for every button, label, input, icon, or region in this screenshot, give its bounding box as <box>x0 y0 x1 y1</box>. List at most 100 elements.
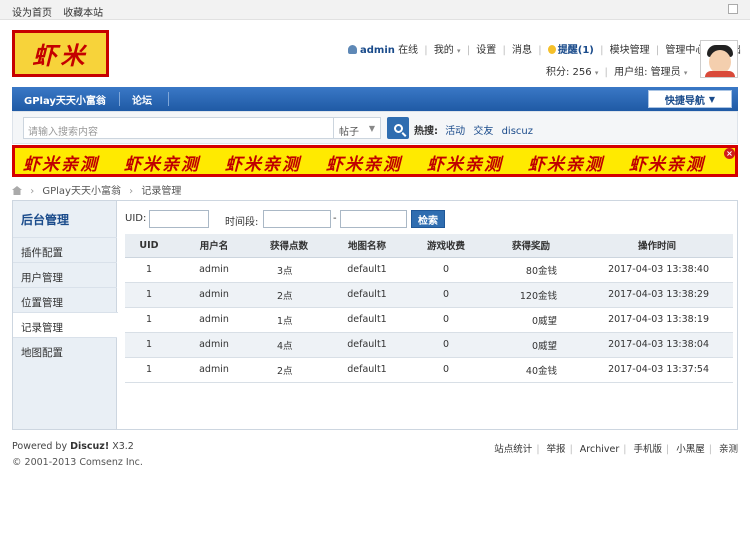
cell-username: admin <box>173 257 255 283</box>
table-row: 1 admin 3点 default1 0 80金钱 2017-04-03 13… <box>125 257 733 283</box>
sidebar-item-record-manage[interactable]: 记录管理 <box>13 312 118 337</box>
home-icon[interactable] <box>12 186 22 195</box>
uid-input[interactable] <box>149 210 209 228</box>
search-type-select[interactable]: 帖子 ▼ <box>333 117 381 139</box>
module-manage-link[interactable]: 模块管理 <box>610 45 650 56</box>
hot-search-label: 热搜: <box>414 126 438 137</box>
table-row: 1 admin 4点 default1 0 0威望 2017-04-03 13:… <box>125 332 733 358</box>
powered-by: Powered by Discuz! X3.2 <box>12 441 134 452</box>
time-range-label: 时间段: <box>225 217 259 228</box>
cell-uid: 1 <box>125 307 173 333</box>
breadcrumb-item-gplay[interactable]: GPlay天天小富翁 <box>42 186 121 197</box>
start-time-input[interactable] <box>263 210 331 228</box>
discuz-link[interactable]: Discuz! <box>70 441 109 452</box>
nav-item-forum[interactable]: 论坛 <box>132 92 152 107</box>
cell-reward: 80金钱 <box>481 257 581 283</box>
set-homepage-link[interactable]: 设为首页 <box>12 8 52 19</box>
table-row: 1 admin 2点 default1 0 40金钱 2017-04-03 13… <box>125 357 733 383</box>
cell-reward: 0威望 <box>481 307 581 333</box>
user-group-link[interactable]: 用户组: 管理员 <box>614 67 681 78</box>
footer-link-mobile[interactable]: 手机版 <box>633 444 662 455</box>
my-menu[interactable]: 我的 <box>434 45 454 56</box>
top-bar: 设为首页 收藏本站 <box>0 0 750 20</box>
hot-word-link[interactable]: discuz <box>502 126 533 137</box>
col-header-time[interactable]: 操作时间 <box>581 234 733 258</box>
col-header-points[interactable]: 获得点数 <box>255 234 323 258</box>
username-link[interactable]: admin <box>360 45 395 56</box>
cell-username: admin <box>173 357 255 383</box>
site-logo[interactable]: 虾米 <box>12 30 109 77</box>
messages-link[interactable]: 消息 <box>512 45 532 56</box>
bookmark-site-link[interactable]: 收藏本站 <box>63 8 103 19</box>
main-nav: GPlay天天小富翁 论坛 快捷导航 ▼ <box>12 87 738 111</box>
cell-points: 4点 <box>255 332 323 358</box>
col-header-reward[interactable]: 获得奖励 <box>481 234 581 258</box>
cell-map: default1 <box>323 357 411 383</box>
online-status[interactable]: 在线 <box>398 45 418 56</box>
cell-points: 1点 <box>255 307 323 333</box>
reminder-link[interactable]: 提醒(1) <box>558 45 594 56</box>
avatar[interactable] <box>700 40 738 78</box>
sidebar-item-plugin-config[interactable]: 插件配置 <box>13 237 117 262</box>
col-header-map[interactable]: 地图名称 <box>323 234 411 258</box>
window-corner-icon[interactable] <box>728 4 738 14</box>
sidebar-title: 后台管理 <box>21 213 70 227</box>
cell-points: 2点 <box>255 357 323 383</box>
footer-link-blackroom[interactable]: 小黑屋 <box>676 444 705 455</box>
search-button[interactable] <box>387 117 409 139</box>
search-submit-button[interactable]: 检索 <box>411 210 445 228</box>
hot-word-link[interactable]: 交友 <box>473 126 493 137</box>
col-header-username[interactable]: 用户名 <box>173 234 255 258</box>
cell-map: default1 <box>323 257 411 283</box>
sidebar-item-user-manage[interactable]: 用户管理 <box>13 262 117 287</box>
end-time-input[interactable] <box>340 210 407 228</box>
close-icon[interactable]: × <box>724 148 735 159</box>
chevron-down-icon: ▾ <box>683 69 688 77</box>
cell-username: admin <box>173 307 255 333</box>
cell-username: admin <box>173 282 255 308</box>
cell-uid: 1 <box>125 357 173 383</box>
chevron-down-icon: ▾ <box>457 47 461 55</box>
search-input[interactable]: 请输入搜索内容 <box>23 117 341 139</box>
logo-text: 虾米 <box>32 41 89 70</box>
top-links: 设为首页 收藏本站 <box>12 4 111 19</box>
footer-link-archiver[interactable]: Archiver <box>580 444 619 455</box>
cell-fee: 0 <box>411 332 481 358</box>
sidebar-item-map-config[interactable]: 地图配置 <box>13 337 117 362</box>
credits-link[interactable]: 积分: 256 <box>546 67 592 78</box>
nav-item-gplay[interactable]: GPlay天天小富翁 <box>24 92 106 107</box>
uid-label: UID: <box>125 213 147 224</box>
cell-reward: 0威望 <box>481 332 581 358</box>
credits-row: 积分: 256 ▾ | 用户组: 管理员 ▾ <box>546 67 688 78</box>
table-row: 1 admin 1点 default1 0 0威望 2017-04-03 13:… <box>125 307 733 333</box>
copyright: © 2001-2013 Comsenz Inc. <box>12 457 143 468</box>
col-header-fee[interactable]: 游戏收费 <box>411 234 481 258</box>
search-bar: 请输入搜索内容 帖子 ▼ 热搜: 活动 交友 discuz <box>12 111 738 144</box>
banner-text: 虾米亲测 <box>124 155 200 175</box>
cell-time: 2017-04-03 13:38:29 <box>581 282 733 308</box>
bulb-icon <box>547 45 556 54</box>
admin-panel: 后台管理 插件配置 用户管理 位置管理 记录管理 地图配置 UID: 时间段: … <box>12 200 738 430</box>
footer-link-report[interactable]: 举报 <box>547 444 566 455</box>
cell-fee: 0 <box>411 357 481 383</box>
footer-link-stats[interactable]: 站点统计 <box>494 444 532 455</box>
cell-uid: 1 <box>125 332 173 358</box>
chevron-down-icon: ▾ <box>594 69 599 77</box>
version-text: X3.2 <box>112 441 134 452</box>
cell-time: 2017-04-03 13:37:54 <box>581 357 733 383</box>
quick-nav-button[interactable]: 快捷导航 ▼ <box>648 90 732 108</box>
cell-map: default1 <box>323 332 411 358</box>
site-header: 虾米 admin 在线 | 我的 ▾ | 设置 | 消息 | 提醒(1) | 模… <box>0 20 750 86</box>
col-header-uid[interactable]: UID <box>125 234 173 258</box>
cell-username: admin <box>173 332 255 358</box>
cell-reward: 120金钱 <box>481 282 581 308</box>
hot-word-link[interactable]: 活动 <box>445 126 465 137</box>
sidebar-item-position-manage[interactable]: 位置管理 <box>13 287 117 312</box>
cell-map: default1 <box>323 307 411 333</box>
ad-banner[interactable]: 虾米亲测 虾米亲测 虾米亲测 虾米亲测 虾米亲测 虾米亲测 虾米亲测 <box>12 145 738 177</box>
user-menu: admin 在线 | 我的 ▾ | 设置 | 消息 | 提醒(1) | 模块管理… <box>348 41 741 56</box>
settings-link[interactable]: 设置 <box>476 45 496 56</box>
table-header-row: UID 用户名 获得点数 地图名称 游戏收费 获得奖励 操作时间 <box>125 234 733 258</box>
footer-link-tested[interactable]: 亲测 <box>719 444 738 455</box>
cell-reward: 40金钱 <box>481 357 581 383</box>
